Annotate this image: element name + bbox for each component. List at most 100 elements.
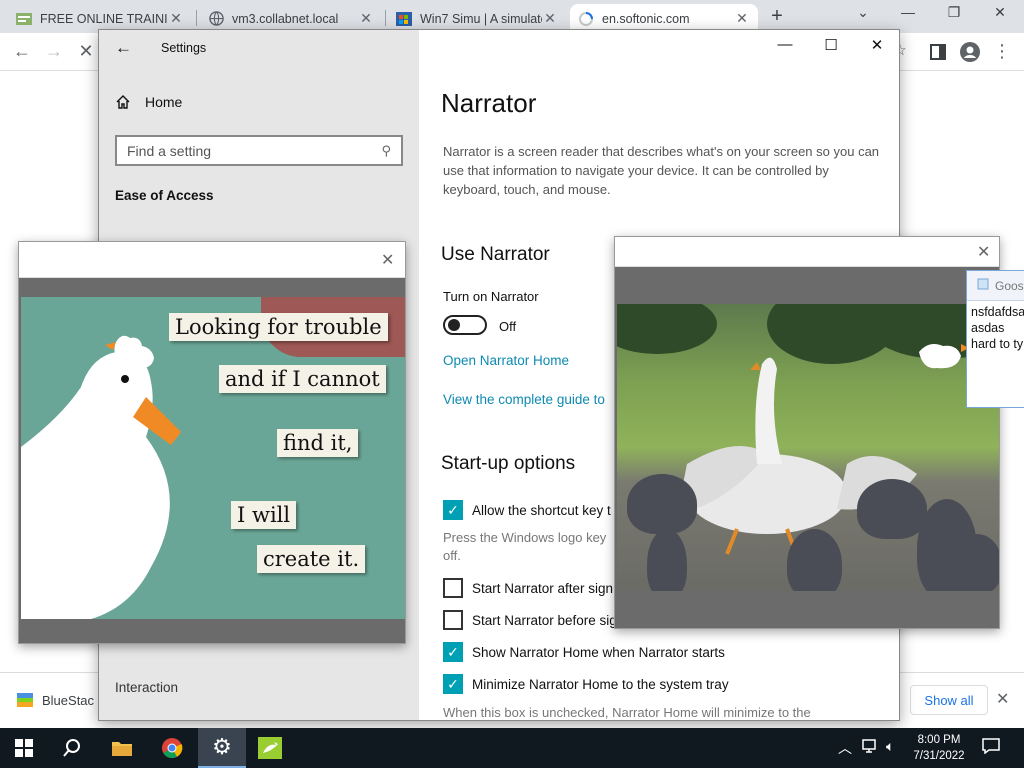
goose-video-frame: [617, 304, 999, 591]
popup-titlebar[interactable]: [615, 237, 999, 267]
download-item[interactable]: BlueStac: [16, 691, 94, 709]
option-show-home[interactable]: ✓ Show Narrator Home when Narrator start…: [443, 642, 725, 662]
home-label: Home: [145, 94, 183, 110]
window-title: Settings: [161, 41, 207, 55]
option-start-after-signin[interactable]: Start Narrator after sign: [443, 578, 613, 598]
checkbox-unchecked[interactable]: [443, 578, 463, 598]
file-explorer-button[interactable]: [98, 728, 146, 768]
tab-divider: [385, 10, 386, 26]
search-placeholder: Find a setting: [127, 142, 212, 159]
page-description: Narrator is a screen reader that describ…: [443, 144, 880, 197]
open-narrator-home-link[interactable]: Open Narrator Home: [443, 353, 569, 368]
back-arrow-icon[interactable]: ←: [10, 41, 34, 62]
notification-icon[interactable]: [982, 738, 1000, 757]
tab-label: FREE ONLINE TRAINING: [40, 11, 168, 26]
option-start-before-signin[interactable]: Start Narrator before sig: [443, 610, 617, 630]
chevron-up-icon[interactable]: ︿: [838, 738, 852, 758]
pigeon: [857, 479, 927, 539]
stop-loading-icon[interactable]: ✕: [74, 41, 98, 62]
profile-avatar-icon[interactable]: [958, 41, 982, 67]
bluestacks-icon: [16, 691, 34, 709]
close-icon[interactable]: ✕: [381, 250, 394, 270]
home-nav-item[interactable]: Home: [115, 94, 182, 110]
caption-line-4: I will: [231, 501, 297, 529]
section-heading: Ease of Access: [115, 188, 214, 203]
tab-divider: [196, 10, 197, 26]
more-menu-icon[interactable]: ⋮: [990, 41, 1014, 62]
option-label: Minimize Narrator Home to the system tra…: [472, 676, 729, 692]
folder-icon: [112, 742, 132, 756]
caption-line-2: and if I cannot: [219, 365, 386, 393]
checkbox-checked[interactable]: ✓: [443, 500, 463, 520]
close-icon[interactable]: ✕: [734, 10, 750, 27]
gear-icon: ⚙: [212, 734, 232, 759]
video-popup-window: ✕: [614, 236, 1000, 629]
tab-label: Win7 Simu | A simulato: [420, 11, 542, 26]
tab-label: vm3.collabnet.local: [232, 11, 339, 26]
system-clock[interactable]: 8:00 PM 7/31/2022: [906, 732, 972, 764]
show-all-button[interactable]: Show all: [910, 685, 988, 715]
search-icon: ⚲: [381, 142, 391, 158]
complete-guide-link[interactable]: View the complete guide to: [443, 392, 605, 407]
notepad-text-area[interactable]: nsfdafdsa asdas hard to ty: [967, 301, 1024, 355]
caption-line-3: find it,: [277, 429, 359, 457]
minimize-icon[interactable]: —: [898, 4, 918, 20]
restore-icon[interactable]: ❐: [944, 4, 964, 21]
toggle-state-text: Off: [499, 319, 517, 334]
caption-line-1: Looking for trouble: [169, 313, 388, 341]
option-label: Start Narrator before sig: [472, 612, 617, 628]
search-input[interactable]: Find a setting ⚲: [115, 135, 403, 166]
goose-app-button[interactable]: [246, 728, 294, 768]
checkbox-unchecked[interactable]: [443, 610, 463, 630]
close-icon[interactable]: ✕: [168, 10, 184, 27]
pigeon: [647, 529, 687, 591]
globe-icon: [208, 11, 224, 27]
settings-taskbar-button[interactable]: ⚙: [198, 728, 246, 768]
windows-taskbar: ⚙ ︿ 🔈︎ 8:00 PM 7/31/2022: [0, 728, 1024, 768]
search-icon: [63, 739, 80, 757]
goose-meme-image: Looking for trouble and if I cannot find…: [21, 297, 405, 619]
notepad-icon: [977, 278, 989, 293]
close-icon[interactable]: ✕: [542, 10, 558, 27]
start-button[interactable]: [0, 728, 48, 768]
shortcut-note: Press the Windows logo key: [443, 530, 607, 545]
option-label: Show Narrator Home when Narrator starts: [472, 644, 725, 660]
close-window-icon[interactable]: ✕: [990, 4, 1010, 21]
startup-options-heading: Start-up options: [441, 453, 576, 474]
loading-icon: [578, 11, 594, 27]
pigeon: [627, 474, 697, 534]
chevron-down-icon[interactable]: ⌄: [853, 4, 873, 21]
close-icon[interactable]: ✕: [996, 689, 1009, 709]
notepad-titlebar[interactable]: Goos: [967, 271, 1024, 301]
option-minimize-home[interactable]: ✓ Minimize Narrator Home to the system t…: [443, 674, 729, 694]
option-label: Start Narrator after sign: [472, 580, 614, 596]
caption-line-5: create it.: [257, 545, 366, 573]
notepad-title: Goos: [995, 278, 1024, 293]
popup-titlebar[interactable]: [19, 242, 405, 278]
search-button[interactable]: [48, 728, 96, 768]
back-arrow-icon[interactable]: ←: [115, 38, 132, 58]
clock-time: 8:00 PM: [917, 734, 961, 746]
notepad-window: Goos nsfdafdsa asdas hard to ty: [966, 270, 1024, 408]
win7simu-favicon: [396, 11, 412, 27]
checkbox-checked[interactable]: ✓: [443, 674, 463, 694]
pigeon: [787, 529, 842, 591]
new-tab-button[interactable]: +: [766, 5, 788, 28]
chrome-icon: [162, 738, 183, 759]
narrator-toggle[interactable]: [443, 315, 487, 335]
side-panel-icon[interactable]: [926, 41, 950, 65]
windows-logo-icon: [15, 739, 33, 757]
chrome-button[interactable]: [148, 728, 196, 768]
sidebar-group-interaction: Interaction: [115, 680, 179, 695]
close-icon[interactable]: ✕: [358, 10, 374, 27]
home-icon: [116, 95, 130, 109]
close-icon[interactable]: ✕: [977, 242, 990, 262]
forward-arrow-icon[interactable]: →: [42, 41, 66, 62]
training-favicon: [16, 11, 32, 27]
network-icon[interactable]: [862, 738, 880, 757]
option-shortcut-key[interactable]: ✓ Allow the shortcut key t: [443, 500, 611, 520]
volume-icon[interactable]: 🔈︎: [886, 738, 894, 755]
goose-popup-window: ✕ Looking for trouble and if I cannot fi…: [18, 241, 406, 644]
turn-on-label: Turn on Narrator: [443, 289, 539, 304]
checkbox-checked[interactable]: ✓: [443, 642, 463, 662]
